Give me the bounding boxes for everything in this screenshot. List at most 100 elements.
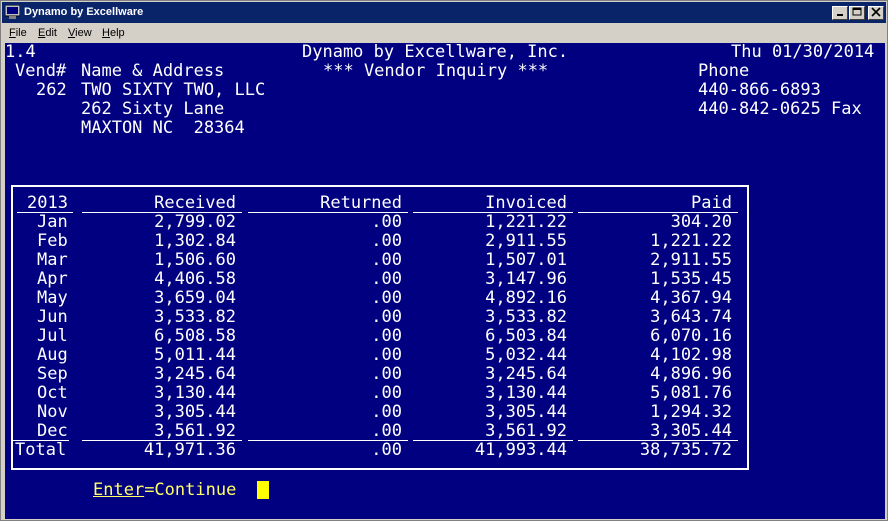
cell-received: 3,659.04 [154,288,236,308]
app-icon [5,5,20,19]
month-label: Nov [37,402,68,422]
cell-received: 6,508.58 [154,326,236,346]
vendor-name: TWO SIXTY TWO, LLC [81,80,266,100]
cell-invoiced: 6,503.84 [485,326,567,346]
menu-bar: File Edit View Help [2,24,886,42]
cell-returned: .00 [371,307,402,327]
menu-view-label: iew [75,27,92,39]
cell-invoiced: 3,130.44 [485,383,567,403]
cell-received: 3,130.44 [154,383,236,403]
cell-paid: 1,535.45 [650,269,732,289]
month-label: Aug [37,345,68,365]
name-address-label: Name & Address [81,61,225,81]
column-header-paid: Paid [691,193,732,213]
phone-label: Phone [698,61,750,81]
cell-paid: 5,081.76 [650,383,732,403]
text-cursor [257,481,269,499]
cell-returned: .00 [371,383,402,403]
menu-file-label: ile [15,27,27,39]
cell-returned: .00 [371,212,402,232]
phone-primary: 440-866-6893 [698,80,821,100]
phone-fax: 440-842-0625 Fax [698,99,862,119]
month-label: Dec [37,421,68,441]
cell-paid: 304.20 [670,212,732,232]
column-header-received: Received [154,193,236,213]
month-label: Feb [37,231,68,251]
cell-paid: 2,911.55 [650,250,732,270]
month-label: Oct [37,383,68,403]
close-icon [871,7,881,17]
cell-received: 2,799.02 [154,212,236,232]
minimize-button[interactable] [832,6,848,20]
enter-key-label: Enter [93,480,145,500]
cell-invoiced: 5,032.44 [485,345,567,365]
menu-edit[interactable]: Edit [38,27,57,39]
close-button[interactable] [868,6,884,20]
year-header: 2013 [27,193,68,213]
cell-returned: .00 [371,250,402,270]
cell-received: 3,561.92 [154,421,236,441]
maximize-button[interactable] [849,6,865,20]
month-label: Jul [37,326,68,346]
cell-returned: .00 [371,364,402,384]
cell-returned: .00 [371,288,402,308]
vendor-address-line2: MAXTON NC 28364 [81,118,245,138]
cell-returned: .00 [371,231,402,251]
cell-paid: 3,643.74 [650,307,732,327]
total-received: 41,971.36 [143,440,236,460]
month-label: Mar [37,250,68,270]
cell-returned: .00 [371,402,402,422]
cell-invoiced: 3,245.64 [485,364,567,384]
cell-invoiced: 1,507.01 [485,250,567,270]
screen-subtitle: *** Vendor Inquiry *** [323,61,549,81]
date-label: Thu 01/30/2014 [731,43,875,62]
cell-invoiced: 3,561.92 [485,421,567,441]
month-label: Sep [37,364,68,384]
cell-invoiced: 2,911.55 [485,231,567,251]
cell-paid: 4,367.94 [650,288,732,308]
cell-received: 5,011.44 [154,345,236,365]
total-invoiced: 41,993.44 [474,440,567,460]
cell-returned: .00 [371,269,402,289]
terminal-screen[interactable]: 1.4 Dynamo by Excellware, Inc. Thu 01/30… [5,43,885,519]
cell-received: 1,302.84 [154,231,236,251]
cell-paid: 1,294.32 [650,402,732,422]
month-label: May [37,288,68,308]
cell-received: 3,245.64 [154,364,236,384]
continue-prompt[interactable]: Enter=Continue [93,481,236,500]
cell-paid: 4,102.98 [650,345,732,365]
vendor-address-line1: 262 Sixty Lane [81,99,225,119]
column-header-returned: Returned [320,193,402,213]
menu-file-hotkey: F [9,27,16,39]
version-label: 1.4 [5,43,36,62]
menu-help-label: elp [109,27,125,39]
month-label: Jun [37,307,68,327]
continue-label: =Continue [144,480,237,500]
cell-received: 3,305.44 [154,402,236,422]
menu-edit-label: dit [45,27,57,39]
maximize-icon [852,7,862,16]
total-returned: .00 [371,440,402,460]
cell-received: 3,533.82 [154,307,236,327]
cell-paid: 6,070.16 [650,326,732,346]
company-title: Dynamo by Excellware, Inc. [302,43,569,62]
cell-invoiced: 3,147.96 [485,269,567,289]
menu-file[interactable]: File [9,27,27,39]
cell-invoiced: 1,221.22 [485,212,567,232]
menu-help[interactable]: Help [102,27,125,39]
app-window: Dynamo by Excellware File Edit View Help… [0,0,888,521]
cell-paid: 4,896.96 [650,364,732,384]
window-title: Dynamo by Excellware [24,6,144,18]
total-paid: 38,735.72 [639,440,732,460]
cell-paid: 1,221.22 [650,231,732,251]
menu-view[interactable]: View [68,27,92,39]
title-bar[interactable]: Dynamo by Excellware [2,2,886,23]
menu-help-hotkey: H [102,27,110,39]
cell-received: 4,406.58 [154,269,236,289]
vend-number-label: Vend# [15,61,67,81]
vendor-number: 262 [36,80,67,100]
cell-paid: 3,305.44 [650,421,732,441]
cell-returned: .00 [371,421,402,441]
month-label: Apr [37,269,68,289]
cell-invoiced: 3,305.44 [485,402,567,422]
